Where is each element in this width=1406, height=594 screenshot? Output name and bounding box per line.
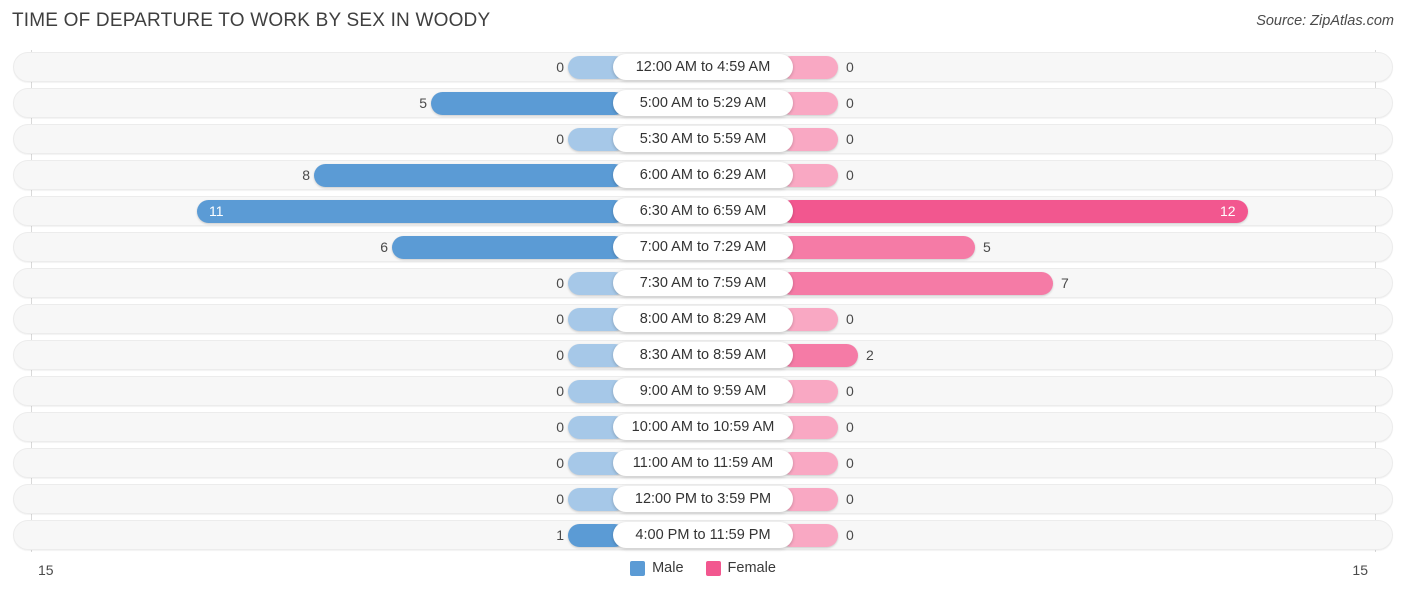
category-label-pill: 6:30 AM to 6:59 AM	[613, 198, 793, 224]
chart-row: 0 0 9:00 AM to 9:59 AM	[13, 376, 1393, 406]
chart-header: TIME OF DEPARTURE TO WORK BY SEX IN WOOD…	[0, 0, 1406, 44]
value-label-female: 5	[983, 239, 991, 255]
value-label-female: 2	[866, 347, 874, 363]
category-label: 5:00 AM to 5:29 AM	[639, 95, 767, 111]
legend-swatch-female-icon	[705, 560, 721, 576]
chart-row: 1 0 4:00 PM to 11:59 PM	[13, 520, 1393, 550]
category-label: 12:00 PM to 3:59 PM	[634, 491, 772, 507]
source-attribution: Source: ZipAtlas.com	[1256, 13, 1394, 29]
category-label-pill: 5:30 AM to 5:59 AM	[613, 126, 793, 152]
chart-row: 0 0 12:00 AM to 4:59 AM	[13, 52, 1393, 82]
category-label-pill: 8:30 AM to 8:59 AM	[613, 342, 793, 368]
value-label-male: 1	[556, 527, 564, 543]
category-label: 8:00 AM to 8:29 AM	[639, 311, 767, 327]
value-label-female: 7	[1061, 275, 1069, 291]
chart-row: 0 0 10:00 AM to 10:59 AM	[13, 412, 1393, 442]
value-label-male: 0	[556, 383, 564, 399]
chart-row: 0 0 11:00 AM to 11:59 AM	[13, 448, 1393, 478]
category-label-pill: 10:00 AM to 10:59 AM	[613, 414, 793, 440]
category-label-pill: 5:00 AM to 5:29 AM	[613, 90, 793, 116]
value-label-female: 0	[846, 419, 854, 435]
value-label-male: 5	[419, 95, 427, 111]
value-label-female: 0	[846, 527, 854, 543]
legend-label-male: Male	[652, 560, 684, 576]
category-label: 12:00 AM to 4:59 AM	[635, 59, 771, 75]
value-label-male: 0	[556, 275, 564, 291]
value-label-female: 12	[1220, 203, 1236, 219]
plot-area: 0 0 12:00 AM to 4:59 AM 5 0 5:00 AM to 5:29 A…	[0, 50, 1406, 555]
category-label: 6:00 AM to 6:29 AM	[639, 167, 767, 183]
value-label-female: 0	[846, 455, 854, 471]
category-label: 8:30 AM to 8:59 AM	[639, 347, 767, 363]
value-label-female: 0	[846, 131, 854, 147]
category-label-pill: 9:00 AM to 9:59 AM	[613, 378, 793, 404]
category-label: 11:00 AM to 11:59 AM	[632, 455, 774, 471]
legend-swatch-male-icon	[630, 560, 646, 576]
value-label-female: 0	[846, 59, 854, 75]
category-label: 10:00 AM to 10:59 AM	[631, 419, 775, 435]
value-label-male: 0	[556, 59, 564, 75]
value-label-male: 6	[380, 239, 388, 255]
chart-row: 0 2 8:30 AM to 8:59 AM	[13, 340, 1393, 370]
chart-row: 5 0 5:00 AM to 5:29 AM	[13, 88, 1393, 118]
chart-row: 0 0 12:00 PM to 3:59 PM	[13, 484, 1393, 514]
bar-male[interactable]	[197, 200, 626, 223]
category-label-pill: 7:00 AM to 7:29 AM	[613, 234, 793, 260]
value-label-female: 0	[846, 383, 854, 399]
category-label-pill: 12:00 PM to 3:59 PM	[613, 486, 793, 512]
category-label-pill: 6:00 AM to 6:29 AM	[613, 162, 793, 188]
value-label-male: 0	[556, 419, 564, 435]
chart-row: 11 12 6:30 AM to 6:59 AM	[13, 196, 1393, 226]
value-label-female: 0	[846, 95, 854, 111]
bar-male[interactable]	[314, 164, 626, 187]
category-label: 4:00 PM to 11:59 PM	[635, 527, 771, 543]
chart-row: 8 0 6:00 AM to 6:29 AM	[13, 160, 1393, 190]
category-label-pill: 12:00 AM to 4:59 AM	[613, 54, 793, 80]
value-label-male: 11	[209, 203, 224, 219]
page-title: TIME OF DEPARTURE TO WORK BY SEX IN WOOD…	[12, 10, 491, 31]
legend: Male Female	[0, 560, 1406, 576]
value-label-male: 0	[556, 311, 564, 327]
category-label-pill: 4:00 PM to 11:59 PM	[613, 522, 793, 548]
category-label: 6:30 AM to 6:59 AM	[639, 203, 767, 219]
chart-row: 0 7 7:30 AM to 7:59 AM	[13, 268, 1393, 298]
value-label-female: 0	[846, 167, 854, 183]
value-label-female: 0	[846, 491, 854, 507]
chart-row: 0 0 5:30 AM to 5:59 AM	[13, 124, 1393, 154]
legend-item-male[interactable]: Male	[630, 560, 684, 576]
category-label-pill: 7:30 AM to 7:59 AM	[613, 270, 793, 296]
bar-female[interactable]	[780, 236, 975, 259]
category-label-pill: 11:00 AM to 11:59 AM	[613, 450, 793, 476]
chart-row: 6 5 7:00 AM to 7:29 AM	[13, 232, 1393, 262]
value-label-male: 8	[302, 167, 310, 183]
value-label-male: 0	[556, 491, 564, 507]
value-label-male: 0	[556, 347, 564, 363]
chart-container: TIME OF DEPARTURE TO WORK BY SEX IN WOOD…	[0, 0, 1406, 594]
legend-label-female: Female	[727, 560, 776, 576]
bar-female[interactable]	[780, 200, 1248, 223]
bar-female[interactable]	[780, 272, 1053, 295]
category-label: 7:30 AM to 7:59 AM	[639, 275, 767, 291]
value-label-female: 0	[846, 311, 854, 327]
bar-male[interactable]	[392, 236, 626, 259]
chart-row: 0 0 8:00 AM to 8:29 AM	[13, 304, 1393, 334]
value-label-male: 0	[556, 131, 564, 147]
value-label-male: 0	[556, 455, 564, 471]
category-label: 5:30 AM to 5:59 AM	[639, 131, 767, 147]
category-label: 9:00 AM to 9:59 AM	[639, 383, 767, 399]
bar-male[interactable]	[431, 92, 626, 115]
legend-item-female[interactable]: Female	[705, 560, 776, 576]
chart-footer: 15 15 Male Female	[0, 556, 1406, 594]
category-label: 7:00 AM to 7:29 AM	[639, 239, 767, 255]
category-label-pill: 8:00 AM to 8:29 AM	[613, 306, 793, 332]
